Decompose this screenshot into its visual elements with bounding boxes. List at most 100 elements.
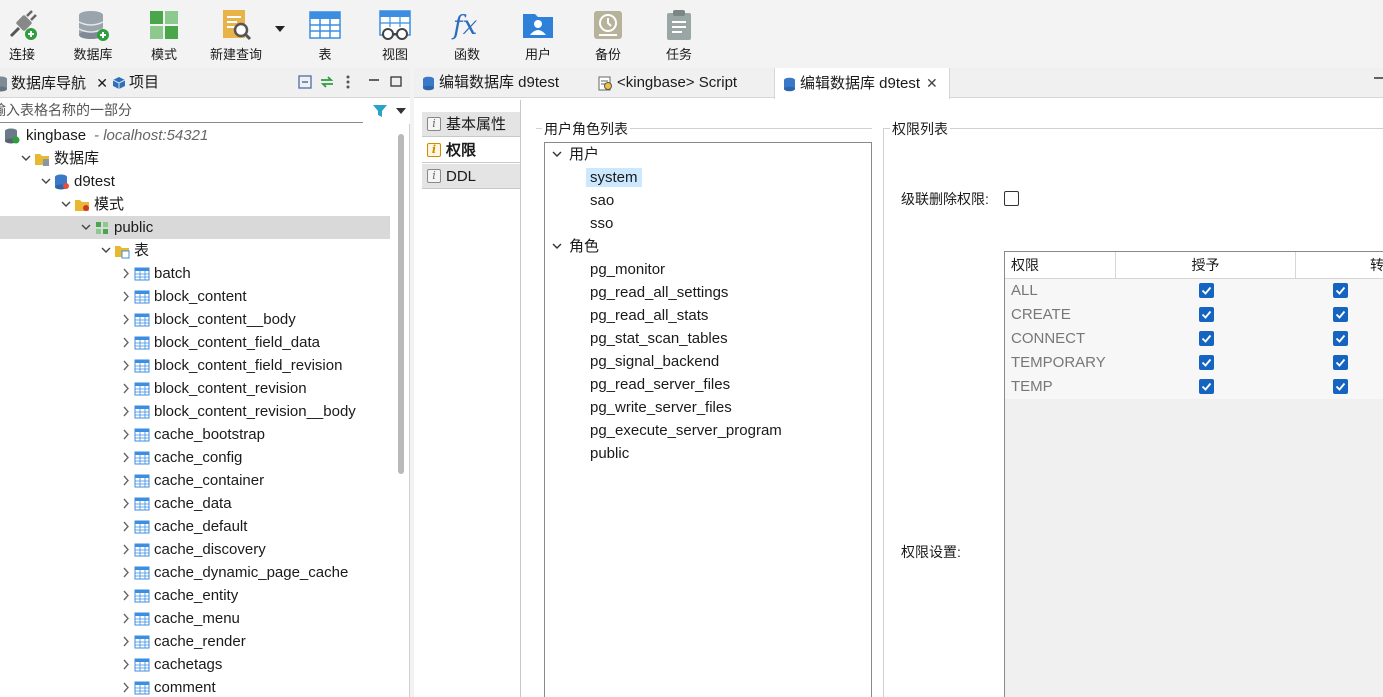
- transfer-checkbox[interactable]: [1333, 331, 1348, 346]
- tree-node-databases[interactable]: 数据库: [0, 147, 390, 170]
- cascade-delete-checkbox[interactable]: [1004, 191, 1019, 206]
- backup-button[interactable]: 备份: [586, 0, 630, 66]
- role-list-item[interactable]: pg_read_all_settings: [590, 281, 728, 304]
- role-list-item[interactable]: sso: [590, 212, 613, 235]
- tree-node-connection[interactable]: kingbase - localhost:54321: [0, 124, 390, 147]
- maximize-icon[interactable]: [389, 75, 403, 89]
- minimize-icon[interactable]: [367, 75, 381, 89]
- users-group-node[interactable]: 用户: [569, 143, 599, 166]
- column-header-grant[interactable]: 授予: [1116, 252, 1296, 279]
- role-list-item[interactable]: pg_read_server_files: [590, 373, 730, 396]
- editor-tab-edit-database-2[interactable]: 编辑数据库 d9test ✕: [774, 68, 950, 99]
- column-header-transfer[interactable]: 转: [1296, 252, 1383, 279]
- tree-node-table[interactable]: batch: [0, 262, 390, 285]
- transfer-checkbox[interactable]: [1333, 355, 1348, 370]
- chevron-right-icon[interactable]: [120, 285, 132, 308]
- chevron-down-icon[interactable]: [20, 147, 32, 170]
- role-list-item[interactable]: pg_write_server_files: [590, 396, 732, 419]
- new-query-button[interactable]: 新建查询: [206, 0, 266, 66]
- grant-checkbox[interactable]: [1199, 355, 1214, 370]
- chevron-right-icon[interactable]: [120, 308, 132, 331]
- minimize-icon[interactable]: [1374, 76, 1383, 80]
- tree-node-tables[interactable]: 表: [0, 239, 390, 262]
- tree-node-table[interactable]: block_content_revision: [0, 377, 390, 400]
- roles-group-node[interactable]: 角色: [569, 235, 599, 258]
- close-icon[interactable]: ✕: [96, 75, 108, 91]
- tree-node-table[interactable]: comment: [0, 676, 390, 697]
- tree-node-table[interactable]: cache_data: [0, 492, 390, 515]
- side-tab-basic-properties[interactable]: i 基本属性: [422, 112, 520, 137]
- tree-node-table[interactable]: cache_menu: [0, 607, 390, 630]
- chevron-right-icon[interactable]: [120, 492, 132, 515]
- view-menu-icon[interactable]: [344, 75, 352, 89]
- chevron-down-icon[interactable]: [551, 143, 563, 166]
- chevron-right-icon[interactable]: [120, 423, 132, 446]
- grant-checkbox[interactable]: [1199, 379, 1214, 394]
- column-header-permission[interactable]: 权限: [1005, 252, 1116, 279]
- chevron-right-icon[interactable]: [120, 561, 132, 584]
- tree-node-table[interactable]: block_content: [0, 285, 390, 308]
- chevron-down-icon[interactable]: [40, 170, 52, 193]
- role-list-item[interactable]: pg_stat_scan_tables: [590, 327, 728, 350]
- user-button[interactable]: 用户: [516, 0, 560, 66]
- grant-checkbox[interactable]: [1199, 307, 1214, 322]
- tree-node-table[interactable]: cache_render: [0, 630, 390, 653]
- grant-checkbox[interactable]: [1199, 331, 1214, 346]
- chevron-down-icon[interactable]: [80, 216, 92, 239]
- tree-node-table[interactable]: cache_discovery: [0, 538, 390, 561]
- tree-node-table[interactable]: cache_default: [0, 515, 390, 538]
- chevron-right-icon[interactable]: [120, 354, 132, 377]
- chevron-down-icon[interactable]: [100, 239, 112, 262]
- collapse-all-icon[interactable]: [298, 75, 312, 89]
- chevron-right-icon[interactable]: [120, 331, 132, 354]
- role-list-item[interactable]: pg_execute_server_program: [590, 419, 782, 442]
- tree-node-schemas[interactable]: 模式: [0, 193, 390, 216]
- role-list-item[interactable]: system: [586, 166, 642, 189]
- tree-node-table[interactable]: cache_entity: [0, 584, 390, 607]
- chevron-right-icon[interactable]: [120, 676, 132, 697]
- close-icon[interactable]: ✕: [926, 68, 938, 98]
- table-filter-input[interactable]: [0, 98, 363, 123]
- filter-dropdown-icon[interactable]: [396, 108, 406, 114]
- grant-checkbox[interactable]: [1199, 283, 1214, 298]
- tree-node-table[interactable]: cache_dynamic_page_cache: [0, 561, 390, 584]
- chevron-right-icon[interactable]: [120, 607, 132, 630]
- database-button[interactable]: 数据库: [68, 0, 118, 66]
- role-list-item[interactable]: public: [590, 442, 629, 465]
- new-query-dropdown-icon[interactable]: [275, 26, 285, 32]
- tree-node-table[interactable]: block_content_field_revision: [0, 354, 390, 377]
- tree-node-table[interactable]: block_content__body: [0, 308, 390, 331]
- editor-tab-script[interactable]: <kingbase> Script: [590, 68, 773, 98]
- chevron-down-icon[interactable]: [60, 193, 72, 216]
- tab-database-navigator[interactable]: 数据库导航 ✕: [0, 68, 108, 98]
- navigator-scrollbar[interactable]: [397, 128, 405, 697]
- chevron-right-icon[interactable]: [120, 515, 132, 538]
- chevron-down-icon[interactable]: [551, 235, 563, 258]
- tree-node-table[interactable]: block_content_field_data: [0, 331, 390, 354]
- role-list-item[interactable]: sao: [590, 189, 614, 212]
- tab-project[interactable]: 项目: [112, 68, 159, 98]
- schema-button[interactable]: 模式: [140, 0, 188, 66]
- role-list-item[interactable]: pg_monitor: [590, 258, 665, 281]
- chevron-right-icon[interactable]: [120, 446, 132, 469]
- role-list-item[interactable]: pg_signal_backend: [590, 350, 719, 373]
- table-button[interactable]: 表: [302, 0, 348, 66]
- side-tab-ddl[interactable]: i DDL: [422, 164, 520, 189]
- view-button[interactable]: 视图: [372, 0, 418, 66]
- transfer-checkbox[interactable]: [1333, 283, 1348, 298]
- chevron-right-icon[interactable]: [120, 377, 132, 400]
- filter-funnel-icon[interactable]: [372, 103, 388, 119]
- scrollbar-thumb[interactable]: [398, 134, 404, 474]
- tree-node-table[interactable]: cache_config: [0, 446, 390, 469]
- chevron-right-icon[interactable]: [120, 584, 132, 607]
- chevron-right-icon[interactable]: [120, 653, 132, 676]
- tree-node-database[interactable]: d9test: [0, 170, 390, 193]
- side-tab-permissions[interactable]: i 权限: [422, 138, 520, 163]
- role-list-item[interactable]: pg_read_all_stats: [590, 304, 708, 327]
- connect-button[interactable]: 连接: [0, 0, 44, 66]
- chevron-right-icon[interactable]: [120, 262, 132, 285]
- tree-node-table[interactable]: cache_bootstrap: [0, 423, 390, 446]
- transfer-checkbox[interactable]: [1333, 307, 1348, 322]
- chevron-right-icon[interactable]: [120, 630, 132, 653]
- editor-tab-edit-database-1[interactable]: 编辑数据库 d9test: [414, 68, 590, 98]
